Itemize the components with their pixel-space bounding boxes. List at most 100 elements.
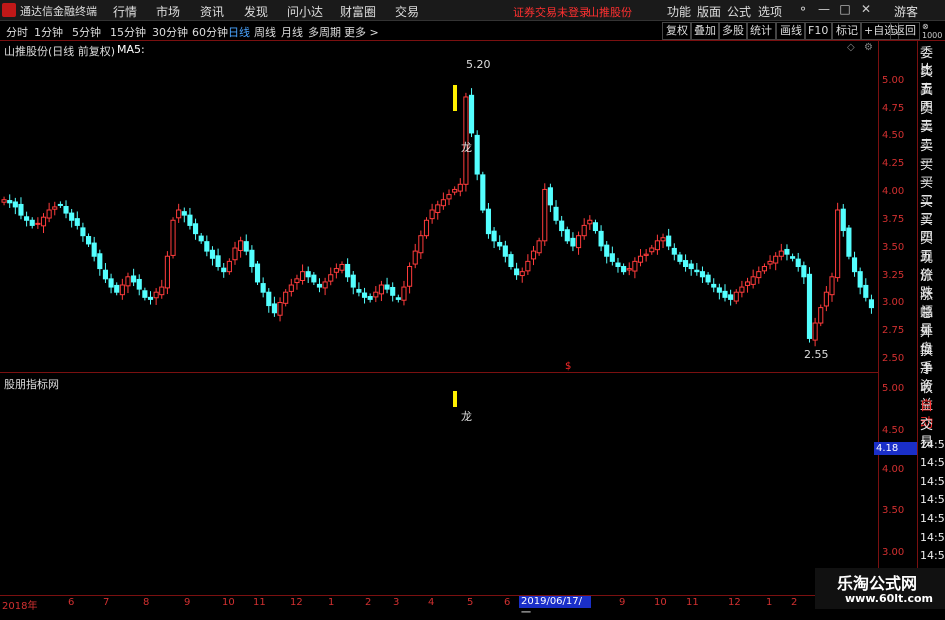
candle (457, 178, 463, 197)
candle (559, 215, 565, 237)
candle (694, 263, 700, 276)
sub-y-tick: 3.00 (882, 547, 905, 558)
candle-body (136, 278, 142, 290)
y-tick: 2.75 (882, 325, 905, 336)
candle-body (423, 219, 430, 237)
f10-button[interactable]: F10 (804, 22, 833, 40)
menu-quotes[interactable]: 行情 (113, 3, 137, 20)
candle-body (621, 266, 627, 273)
candle (356, 282, 362, 297)
menu-news[interactable]: 资讯 (200, 3, 224, 20)
candle-body (254, 263, 261, 283)
candle (632, 257, 638, 279)
x-tick: 7 (103, 597, 110, 608)
indicator-title: 股朋指标网 (4, 378, 59, 391)
cursor-date-box: 2019/06/17/一 (519, 596, 591, 619)
candle-body (767, 260, 773, 265)
dragon-signal-bar (453, 85, 457, 111)
candle-body (587, 219, 593, 225)
back-button[interactable]: 返回 (890, 22, 920, 40)
indicator-panel[interactable] (0, 373, 878, 595)
period-30min[interactable]: 30分钟 (152, 24, 188, 40)
panel-collapse-icon[interactable]: ⊗ 1000 (922, 22, 942, 40)
period-timeshare[interactable]: 分时 (6, 24, 28, 40)
candle-body (649, 247, 655, 253)
candle (598, 225, 604, 252)
adjust-button[interactable]: 复权 (662, 22, 692, 40)
cursor-value-badge: 4.18 (874, 442, 918, 455)
menu-ask[interactable]: 问小达 (287, 3, 323, 20)
watermark-title: 乐淘公式网 (837, 574, 918, 593)
candle (288, 278, 294, 297)
menu-market[interactable]: 市场 (156, 3, 180, 20)
quote-label: 14:56 (920, 474, 945, 488)
candle (238, 236, 244, 258)
candle (863, 278, 869, 302)
candle-body (452, 188, 458, 193)
candle (249, 245, 255, 273)
candle (243, 234, 249, 256)
candle (283, 289, 289, 307)
candle-body (722, 290, 728, 298)
candle (1, 196, 7, 206)
multi-stock-button[interactable]: 多股 (718, 22, 748, 40)
candle (159, 279, 165, 299)
period-multi[interactable]: 多周期 (308, 24, 341, 40)
overlay-button[interactable]: 叠加 (690, 22, 720, 40)
candle (497, 235, 503, 251)
period-daily[interactable]: 日线 (228, 24, 250, 40)
candle-body (711, 283, 717, 288)
main-chart-panel[interactable] (0, 41, 878, 373)
period-monthly[interactable]: 月线 (281, 24, 303, 40)
y-tick: 4.75 (882, 103, 905, 114)
menu-formula[interactable]: 公式 (727, 3, 751, 20)
gear-icon[interactable]: ⚙ (864, 42, 873, 53)
candle (198, 233, 204, 244)
candle-body (851, 257, 858, 273)
minimize-icon[interactable]: — (817, 2, 831, 16)
app-title: 通达信金融终端 (20, 5, 97, 18)
candle (604, 241, 610, 264)
menu-discover[interactable]: 发现 (244, 3, 268, 20)
candle-body (795, 258, 801, 268)
period-5min[interactable]: 5分钟 (72, 24, 101, 40)
candle (440, 192, 446, 210)
candle-body (294, 278, 300, 284)
draw-button[interactable]: 画线 (776, 22, 806, 40)
settings-diamond-icon[interactable]: ◇ (847, 42, 855, 53)
candle (187, 207, 193, 230)
candle-body (514, 268, 520, 276)
menu-wealth[interactable]: 财富圈 (340, 3, 376, 20)
candle (761, 263, 767, 274)
maximize-icon[interactable]: □ (838, 2, 852, 16)
candle-body (91, 242, 97, 257)
period-weekly[interactable]: 周线 (254, 24, 276, 40)
candle (136, 274, 142, 296)
period-60min[interactable]: 60分钟 (192, 24, 228, 40)
candle-body (181, 211, 187, 216)
candle-body (57, 203, 63, 206)
candle-body (249, 249, 255, 268)
candle-body (271, 303, 277, 314)
stats-button[interactable]: 统计 (746, 22, 776, 40)
candle-body (412, 250, 418, 265)
x-tick: 11 (253, 597, 266, 608)
candle-body (390, 286, 396, 296)
close-icon[interactable]: ✕ (859, 2, 873, 16)
candle (835, 202, 841, 282)
low-price-label: 2.55 (804, 348, 829, 361)
mark-button[interactable]: 标记 (832, 22, 862, 40)
x-tick: 8 (143, 597, 150, 608)
period-15min[interactable]: 15分钟 (110, 24, 146, 40)
menu-trade[interactable]: 交易 (395, 3, 419, 20)
guest-label[interactable]: 游客 (894, 3, 918, 20)
candle (711, 278, 717, 293)
help-icon[interactable]: ⚬ (796, 2, 810, 16)
main-chart-title: 山推股份(日线 前复权) (4, 45, 116, 58)
menu-function[interactable]: 功能 (667, 3, 691, 20)
menu-layout[interactable]: 版面 (697, 3, 721, 20)
period-more[interactable]: 更多 > (344, 24, 379, 40)
candlestick-chart[interactable] (0, 41, 878, 372)
menu-options[interactable]: 选项 (758, 3, 782, 20)
period-1min[interactable]: 1分钟 (34, 24, 63, 40)
